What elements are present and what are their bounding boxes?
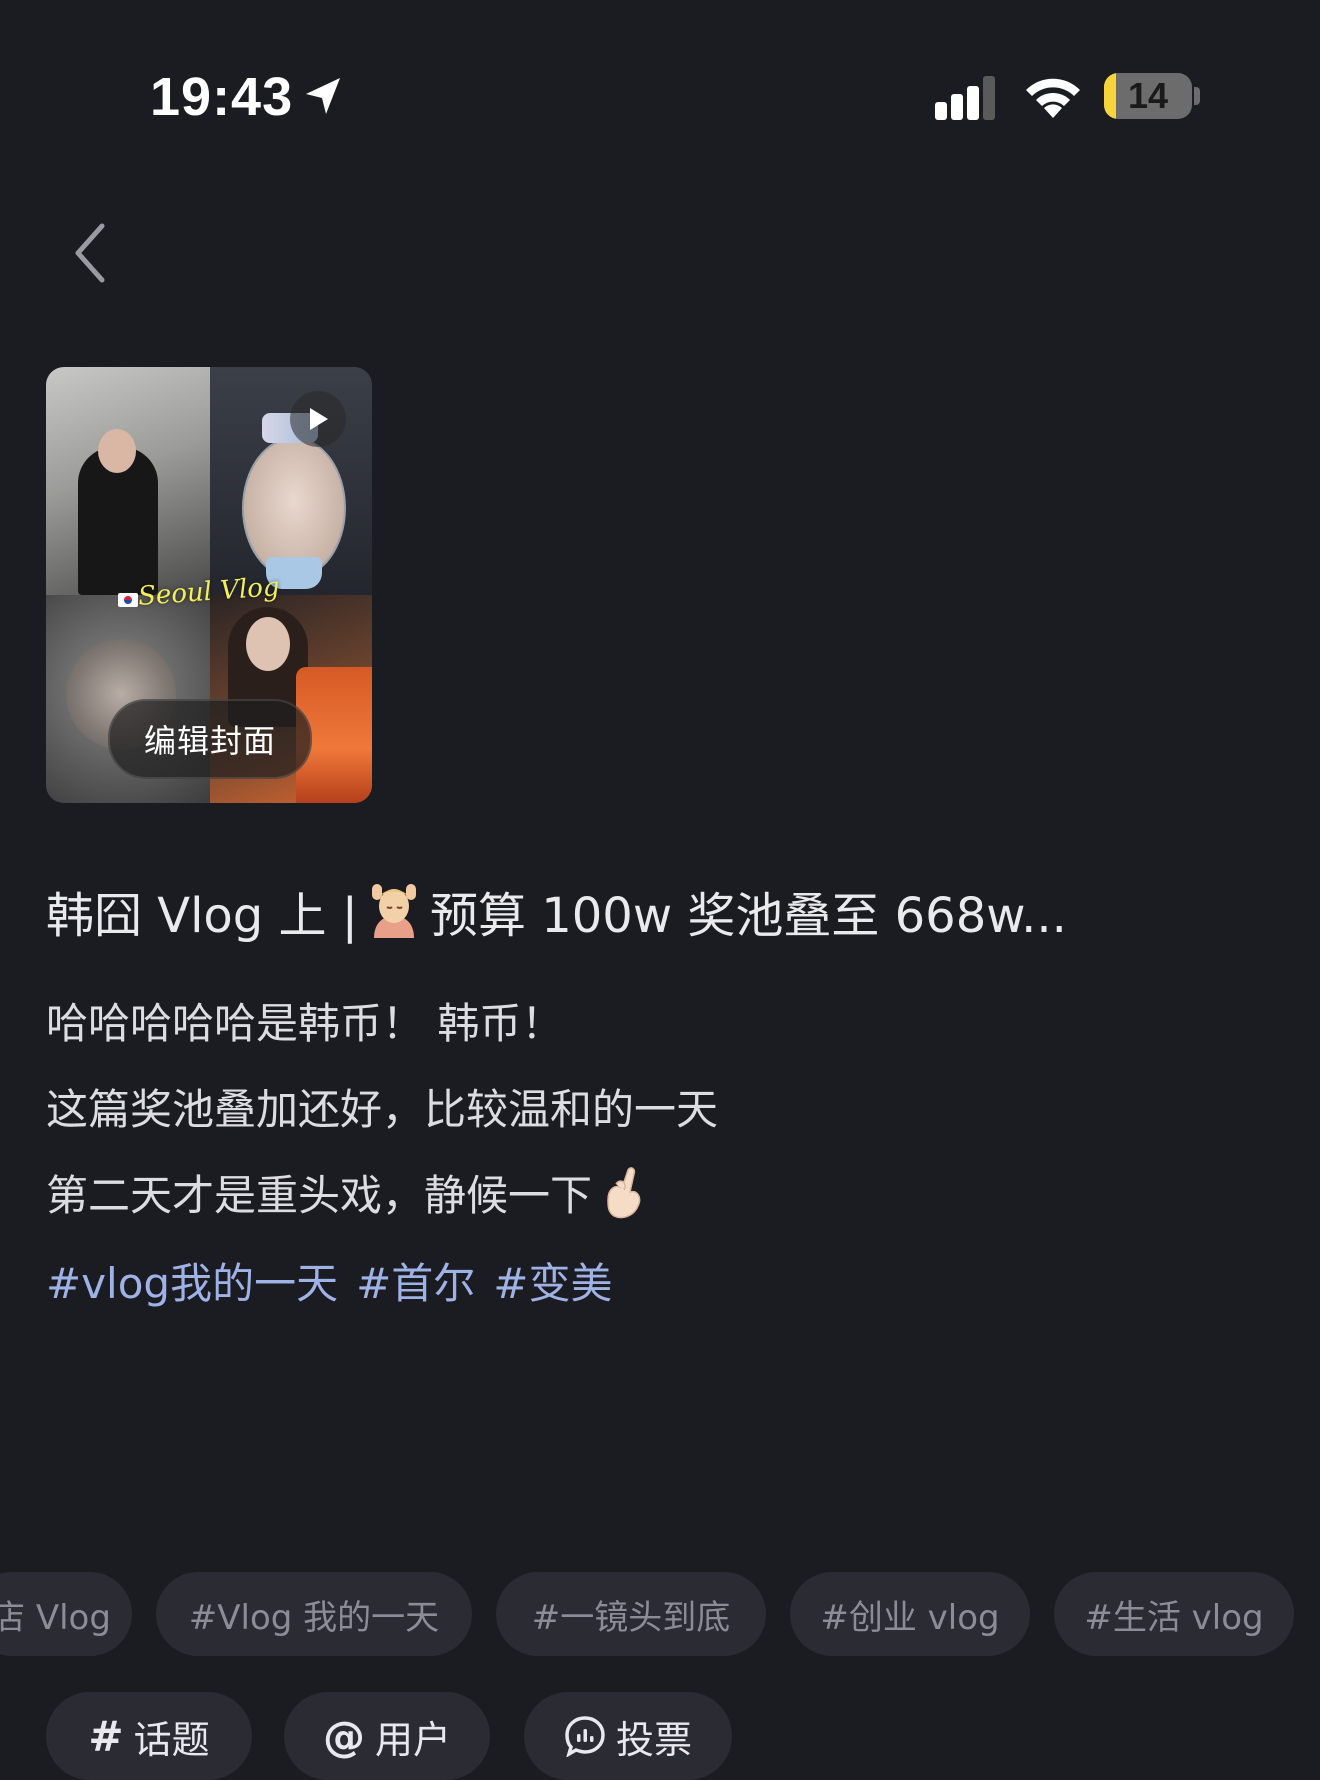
back-button[interactable] [66, 220, 116, 286]
suggested-topic-chip[interactable]: 店 Vlog [0, 1572, 132, 1656]
cover-person-head [98, 429, 136, 473]
status-time: 19:43 [150, 67, 294, 127]
play-icon [310, 408, 328, 430]
topic-button-label: 话题 [133, 1717, 210, 1762]
hashtag-link[interactable]: #vlog我的一天 [46, 1259, 338, 1308]
edit-cover-button[interactable]: 编辑封面 [108, 699, 312, 779]
post-title[interactable]: 韩囧 Vlog 上 | 预算 100w 奖池叠至 668w... [46, 876, 1067, 946]
at-icon: @ [322, 1711, 365, 1761]
wifi-icon [1026, 78, 1080, 118]
vote-button-label: 投票 [615, 1717, 692, 1762]
massage-emoji-icon [371, 884, 416, 938]
post-hashtags: #vlog我的一天 #首尔 #变美 [46, 1250, 630, 1311]
mention-user-button[interactable]: @ 用户 [284, 1692, 490, 1780]
post-body-line[interactable]: 哈哈哈哈哈是韩币！ 韩币！ [46, 990, 563, 1051]
hashtag-icon: # [88, 1711, 124, 1761]
suggested-topic-chip[interactable]: #生活 vlog [1054, 1572, 1294, 1656]
cover-image[interactable]: Seoul Vlog 编辑封面 [46, 367, 372, 803]
post-title-suffix: 预算 100w 奖池叠至 668w... [429, 888, 1067, 944]
suggested-topic-chip[interactable]: #Vlog 我的一天 [156, 1572, 472, 1656]
battery-percent: 14 [1127, 75, 1169, 116]
hashtag-link[interactable]: #变美 [493, 1259, 612, 1308]
battery-cap [1194, 87, 1200, 105]
battery-icon: 14 [1104, 73, 1192, 119]
post-title-prefix: 韩囧 Vlog 上 | [46, 888, 358, 944]
suggested-topic-chip[interactable]: #一镜头到底 [496, 1572, 766, 1656]
hashtag-link[interactable]: #首尔 [356, 1259, 475, 1308]
suggested-topic-chip[interactable]: #创业 vlog [790, 1572, 1030, 1656]
topic-button[interactable]: # 话题 [46, 1692, 252, 1780]
chat-bubble-icon [565, 1716, 605, 1757]
korea-flag-icon [118, 593, 138, 607]
cover-woman-face [246, 617, 290, 671]
post-body-line[interactable]: 这篇奖池叠加还好，比较温和的一天 [46, 1076, 718, 1137]
cellular-signal-icon [935, 76, 995, 120]
location-arrow-icon [306, 78, 340, 114]
post-body-line-text: 第二天才是重头戏，静候一下 [46, 1171, 593, 1220]
play-button[interactable] [290, 391, 346, 447]
post-body-line[interactable]: 第二天才是重头戏，静候一下 [46, 1162, 646, 1223]
suggested-topics-row[interactable]: 店 Vlog #Vlog 我的一天 #一镜头到底 #创业 vlog #生活 vl… [0, 1572, 1320, 1656]
mention-user-button-label: 用户 [374, 1717, 451, 1762]
vote-button[interactable]: 投票 [524, 1692, 732, 1780]
finger-heart-emoji-icon [607, 1167, 641, 1219]
